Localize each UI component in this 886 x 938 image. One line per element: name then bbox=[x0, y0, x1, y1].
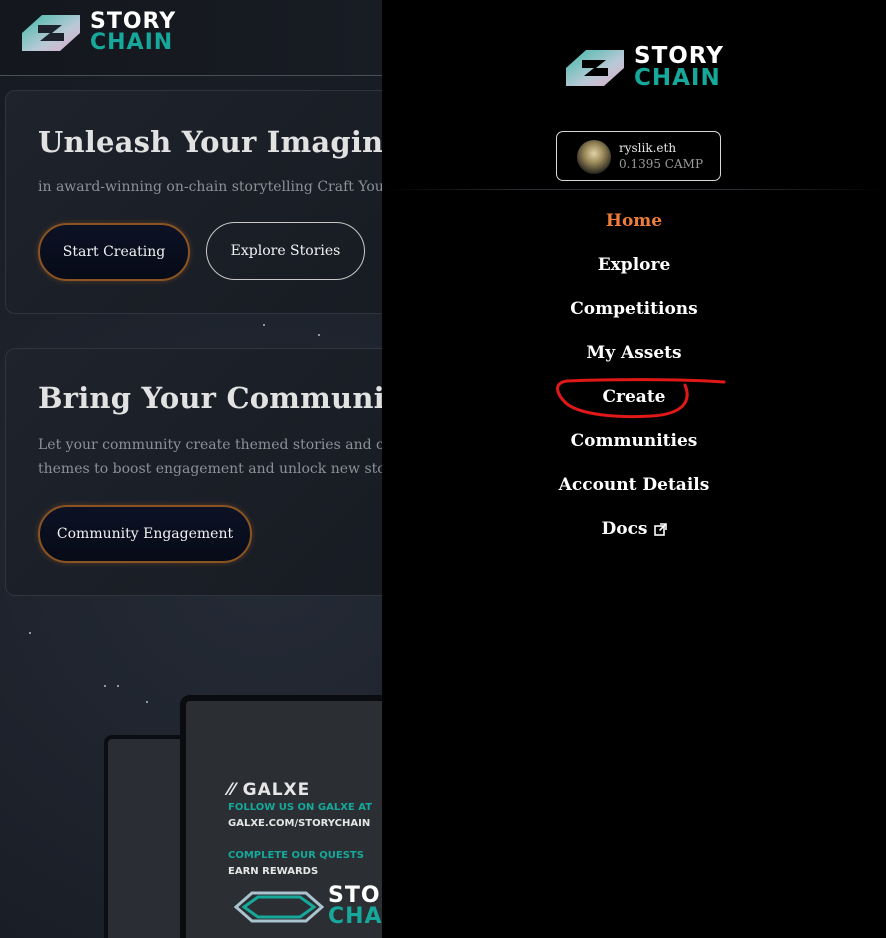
drawer-storychain-logo[interactable]: STORY CHAIN bbox=[562, 45, 724, 91]
star bbox=[146, 701, 148, 703]
nav-docs-label: Docs bbox=[601, 519, 648, 539]
star bbox=[263, 324, 265, 326]
star bbox=[117, 685, 119, 687]
community-card: Bring Your Community to I Let your commu… bbox=[5, 348, 483, 596]
nav-explore[interactable]: Explore bbox=[382, 248, 886, 282]
nav-create[interactable]: Create bbox=[382, 380, 886, 414]
nav-docs[interactable]: Docs bbox=[382, 512, 886, 546]
storychain-logo-icon bbox=[22, 15, 80, 51]
start-creating-button[interactable]: Start Creating bbox=[38, 223, 190, 281]
promo-line3: COMPLETE OUR QUESTS bbox=[228, 850, 364, 861]
star bbox=[29, 632, 31, 634]
promo-line4: EARN REWARDS bbox=[228, 866, 319, 877]
divider bbox=[382, 189, 886, 190]
storychain-logo-icon bbox=[566, 50, 624, 86]
nav-home[interactable]: Home bbox=[382, 204, 886, 238]
galxe-title: ⁄⁄ GALXE bbox=[228, 780, 311, 800]
logo-word-chain: CHAIN bbox=[90, 30, 174, 55]
logo-word-chain: CHAIN bbox=[634, 65, 721, 91]
galxe-label: GALXE bbox=[242, 780, 311, 800]
promo-line1: FOLLOW US ON GALXE AT bbox=[228, 802, 373, 813]
wallet-button[interactable]: ryslik.eth 0.1395 CAMP bbox=[556, 131, 721, 181]
nav-communities[interactable]: Communities bbox=[382, 424, 886, 458]
avatar bbox=[577, 140, 611, 174]
nav-my-assets[interactable]: My Assets bbox=[382, 336, 886, 370]
community-engagement-button[interactable]: Community Engagement bbox=[38, 505, 252, 563]
nav-competitions[interactable]: Competitions bbox=[382, 292, 886, 326]
hero-card: Unleash Your Imagination in award-winnin… bbox=[5, 90, 468, 314]
nav-drawer: STORY CHAIN ryslik.eth 0.1395 CAMP Home … bbox=[382, 0, 886, 938]
promo-line2: GALXE.COM/STORYCHAIN bbox=[228, 818, 371, 829]
nav-account-details[interactable]: Account Details bbox=[382, 468, 886, 502]
wallet-name: ryslik.eth bbox=[619, 141, 677, 155]
storychain-logo[interactable]: STORY CHAIN bbox=[18, 11, 176, 55]
promo-storychain-logo: STOR CHAI bbox=[234, 885, 399, 928]
storychain-logo-icon bbox=[234, 891, 324, 923]
external-link-icon bbox=[653, 523, 667, 536]
explore-stories-button[interactable]: Explore Stories bbox=[206, 222, 365, 280]
star bbox=[318, 334, 320, 336]
wallet-balance: 0.1395 CAMP bbox=[619, 157, 704, 171]
star bbox=[104, 685, 106, 687]
